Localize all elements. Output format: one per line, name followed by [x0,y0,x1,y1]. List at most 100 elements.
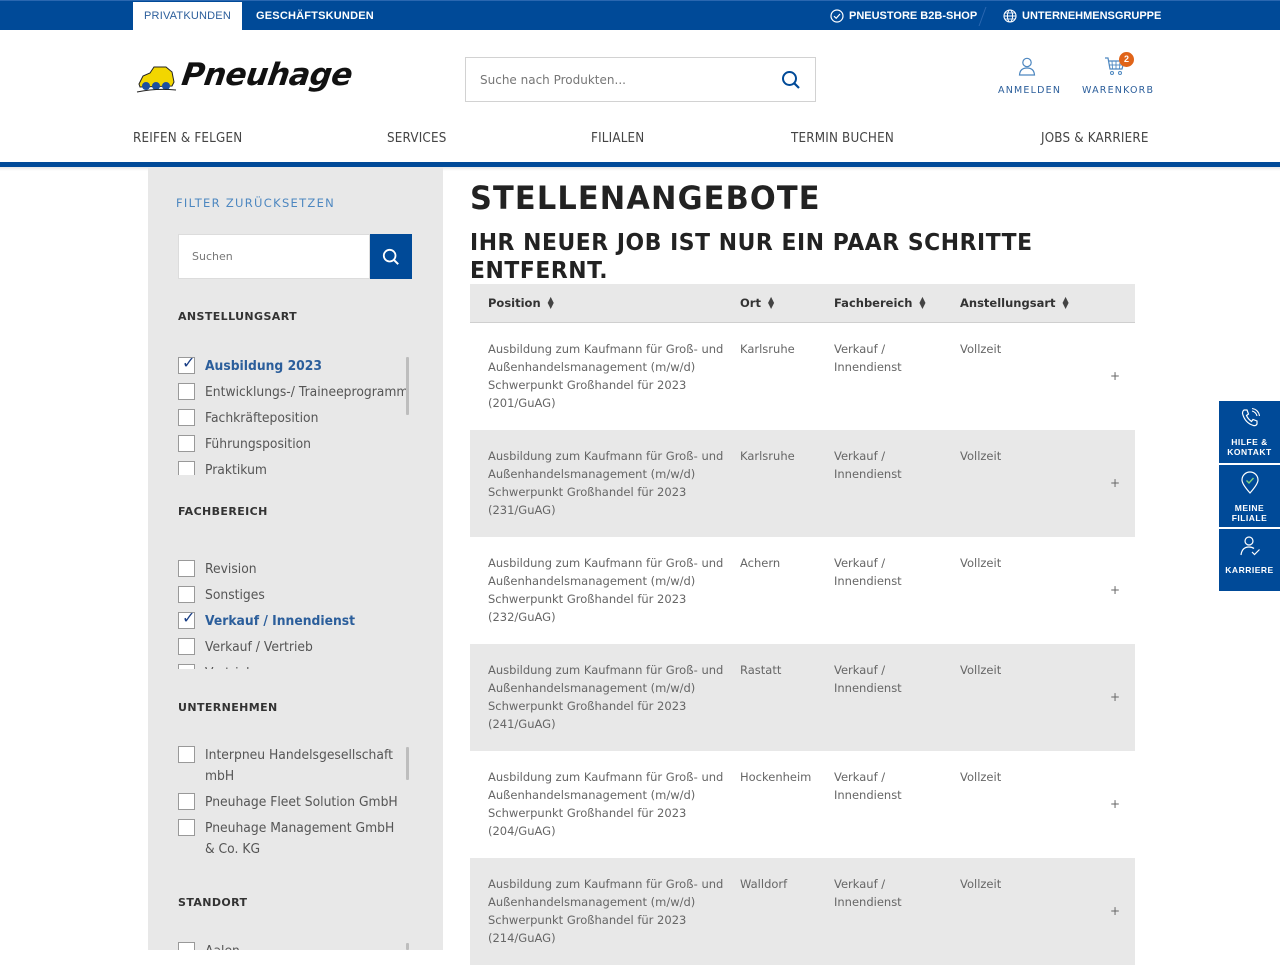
sort-fachbereich[interactable]: Fachbereich ▲ ▼ [834,295,926,311]
checkbox[interactable]: ✓ [178,356,195,374]
product-search-button[interactable] [781,70,801,90]
logo[interactable]: Pneuhage [136,57,362,94]
checkbox[interactable] [178,461,195,475]
sort-position[interactable]: Position ▲ ▼ [488,296,554,311]
tab-geschaeftskunden[interactable]: GESCHÄFTSKUNDEN [256,2,374,31]
unternehmen-scrollbar[interactable] [406,747,409,780]
login-button[interactable]: ANMELDEN [998,56,1060,96]
filter-option[interactable]: Revision [178,559,410,585]
group-title-fachbereich: FACHBEREICH [178,505,268,518]
table-row[interactable]: Ausbildung zum Kaufmann für Groß- und Au… [470,751,1135,858]
career-button[interactable]: KARRIERE [1219,529,1280,591]
unternehmensgruppe-link[interactable]: UNTERNEHMENSGRUPPE [1003,1,1161,31]
table-row[interactable]: Ausbildung zum Kaufmann für Groß- und Au… [470,858,1135,965]
checkbox[interactable] [178,409,195,426]
filter-option[interactable]: Pneuhage Fleet Solution GmbH [178,792,410,818]
filter-search-button[interactable] [370,234,412,279]
checkbox[interactable] [178,435,195,452]
checkbox[interactable]: ✓ [178,610,195,629]
column-label: Ort [740,296,761,310]
cell-anstellungsart: Vollzeit [960,449,1002,463]
checkbox[interactable] [178,560,195,577]
expand-icon[interactable]: + [1110,688,1120,706]
cell-position: Ausbildung zum Kaufmann für Groß- und Au… [488,556,724,624]
anstellungsart-scrollbar[interactable] [406,357,409,415]
nav-jobs-karriere[interactable]: JOBS & KARRIERE [1041,131,1149,146]
filter-option[interactable]: Pneuhage Management GmbH & Co. KG [178,818,410,865]
filter-option[interactable]: Führungsposition [178,434,410,460]
cell-position: Ausbildung zum Kaufmann für Groß- und Au… [488,770,724,838]
product-search-input[interactable] [466,58,766,101]
checkbox[interactable] [178,664,195,669]
filter-option[interactable]: Interpneu Handelsgesellschaft mbH [178,745,410,792]
nav-filialen[interactable]: FILIALEN [591,131,644,146]
jobs-table: Position ▲ ▼ Ort ▲ ▼ Fachbereich ▲ ▼ Anstellun… [470,284,1135,965]
nav-termin-buchen[interactable]: TERMIN BUCHEN [791,131,894,146]
cell-position: Ausbildung zum Kaufmann für Groß- und Au… [488,449,724,517]
sort-ort[interactable]: Ort ▲ ▼ [740,296,774,311]
cart-count-badge: 2 [1119,52,1134,67]
help-contact-label: HILFE & KONTAKT [1227,437,1272,457]
check-circle-icon [830,9,844,23]
column-label: Position [488,296,541,310]
cell-ort: Karlsruhe [740,449,795,463]
option-label: Pneuhage Fleet Solution GmbH [205,795,398,810]
column-label: Anstellungsart [960,296,1056,310]
cell-position: Ausbildung zum Kaufmann für Groß- und Au… [488,877,724,945]
cell-position: Ausbildung zum Kaufmann für Groß- und Au… [488,342,724,410]
option-label: Pneuhage Management GmbH & Co. KG [205,821,395,857]
reset-filters-link[interactable]: FILTER ZURÜCKSETZEN [176,196,335,210]
checkbox[interactable] [178,746,195,763]
anstellungsart-options: ✓ Ausbildung 2023 Entwicklungs-/ Traineep… [178,356,410,475]
filter-option[interactable]: ✓ Verkauf / Innendienst [178,610,410,637]
group-title-unternehmen: UNTERNEHMEN [178,701,278,714]
standort-options: Aalen [178,941,410,950]
sort-anstellungsart[interactable]: Anstellungsart ▲ ▼ [960,296,1069,311]
sort-icon: ▲ ▼ [919,295,926,310]
filter-option[interactable]: Vertrieb [178,663,410,669]
expand-icon[interactable]: + [1110,795,1120,813]
filter-option[interactable]: Praktikum [178,460,410,475]
column-label: Fachbereich [834,296,913,310]
filter-option[interactable]: Aalen [178,941,410,950]
tab-privatkunden[interactable]: PRIVATKUNDEN [133,2,242,31]
expand-icon[interactable]: + [1110,902,1120,920]
option-label: Praktikum [205,463,267,475]
checkbox[interactable] [178,383,195,400]
person-check-icon [1239,536,1260,556]
page-title: STELLENANGEBOTE [470,179,821,217]
filter-option[interactable]: Entwicklungs-/ Traineeprogramm [178,382,410,408]
table-row[interactable]: Ausbildung zum Kaufmann für Groß- und Au… [470,644,1135,751]
my-branch-label: MEINE FILIALE [1231,503,1268,523]
expand-icon[interactable]: + [1110,581,1120,599]
filter-option[interactable]: ✓ Ausbildung 2023 [178,356,410,382]
cell-anstellungsart: Vollzeit [960,556,1002,570]
table-row[interactable]: Ausbildung zum Kaufmann für Groß- und Au… [470,430,1135,537]
option-label: Interpneu Handelsgesellschaft mbH [205,748,393,784]
expand-icon[interactable]: + [1110,474,1120,492]
filter-search-input[interactable] [178,234,370,279]
page-subtitle: IHR NEUER JOB IST NUR EIN PAAR SCHRITTE … [470,230,1033,284]
nav-services[interactable]: SERVICES [387,131,446,146]
cell-ort: Walldorf [740,877,788,891]
main-nav: REIFEN & FELGEN SERVICES FILIALEN TERMIN… [0,118,1280,162]
table-row[interactable]: Ausbildung zum Kaufmann für Groß- und Au… [470,323,1135,430]
expand-icon[interactable]: + [1110,367,1120,385]
filter-option[interactable]: Sonstiges [178,585,410,611]
standort-scrollbar[interactable] [406,943,409,950]
help-contact-button[interactable]: HILFE & KONTAKT [1219,401,1280,463]
filter-option[interactable]: Verkauf / Vertrieb [178,637,410,663]
cell-anstellungsart: Vollzeit [960,663,1002,677]
checkbox[interactable] [178,638,195,655]
checkbox[interactable] [178,586,195,603]
nav-reifen-felgen[interactable]: REIFEN & FELGEN [133,131,242,146]
search-icon [782,71,800,89]
cart-button[interactable]: 2 WARENKORB [1082,52,1153,96]
checkbox[interactable] [178,793,195,810]
table-row[interactable]: Ausbildung zum Kaufmann für Groß- und Au… [470,537,1135,644]
checkbox[interactable] [178,819,195,836]
filter-option[interactable]: Fachkräfteposition [178,408,410,434]
checkbox[interactable] [178,942,195,950]
b2b-shop-link[interactable]: PNEUSTORE B2B-SHOP [830,1,977,31]
my-branch-button[interactable]: MEINE FILIALE [1219,465,1280,527]
